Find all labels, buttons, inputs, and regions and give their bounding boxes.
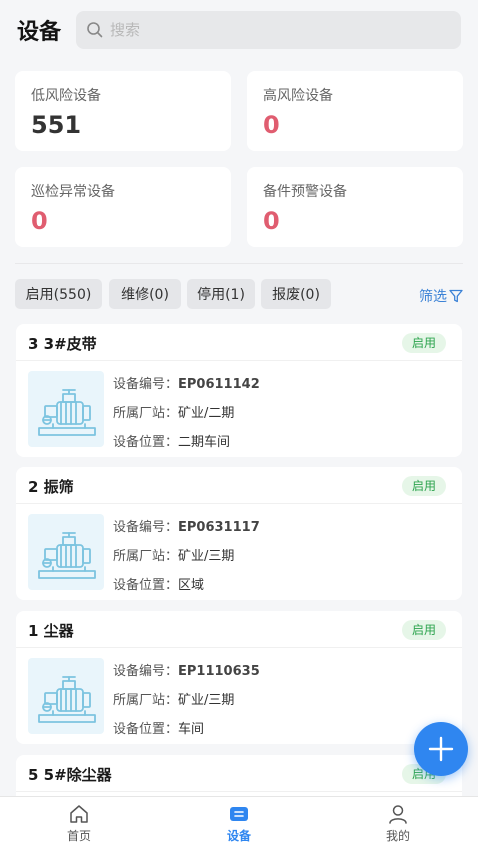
card-header: 5 5#除尘器 启用 — [16, 755, 462, 792]
status-badge: 启用 — [401, 333, 446, 353]
funnel-icon — [449, 289, 463, 303]
stat-value: 551 — [31, 111, 82, 139]
device-location-label: 设备位置： — [113, 435, 179, 450]
device-location: 区域 — [178, 578, 205, 593]
pump-machine-icon — [38, 676, 96, 723]
device-station-label: 所属厂站： — [113, 693, 179, 708]
device-location-row: 设备位置：二期车间 — [113, 431, 230, 450]
device-title: 3 3#皮带 — [28, 335, 97, 353]
tab-label: 设备 — [226, 829, 251, 843]
device-location: 车间 — [178, 722, 205, 737]
stat-card-low-risk[interactable]: 低风险设备 551 — [15, 71, 231, 151]
device-station: 矿业/二期 — [178, 406, 235, 421]
device-location-label: 设备位置： — [113, 578, 179, 593]
device-thumbnail — [28, 514, 104, 590]
search-input[interactable] — [110, 21, 430, 39]
stat-card-spare-warning[interactable]: 备件预警设备 0 — [247, 167, 463, 247]
device-card[interactable]: 1 尘器 启用 设备编号：EP1110635 所属厂站：矿业/三期 设备位置：车… — [16, 611, 462, 744]
device-thumbnail — [28, 658, 104, 734]
device-station-label: 所属厂站： — [113, 549, 179, 564]
chip-disabled[interactable]: 停用(1) — [187, 279, 255, 309]
add-device-button[interactable] — [414, 722, 468, 776]
device-station-row: 所属厂站：矿业/三期 — [113, 689, 234, 708]
device-card[interactable]: 2 振筛 启用 设备编号：EP0631117 所属厂站：矿业/三期 设备位置：区… — [16, 467, 462, 600]
tab-label: 首页 — [66, 829, 91, 843]
device-list[interactable]: 3 3#皮带 启用 设备编号：EP0611142 所属厂站：矿业/二期 设备位置… — [0, 322, 478, 796]
chip-repair[interactable]: 维修(0) — [109, 279, 181, 309]
filter-button[interactable]: 筛选 — [419, 286, 463, 306]
filter-label: 筛选 — [419, 289, 447, 305]
device-station-row: 所属厂站：矿业/三期 — [113, 545, 234, 564]
tab-mine[interactable]: 我的 — [358, 803, 438, 844]
card-header: 2 振筛 启用 — [16, 467, 462, 504]
tab-home[interactable]: 首页 — [39, 803, 119, 844]
card-header: 3 3#皮带 启用 — [16, 324, 462, 361]
stat-label: 高风险设备 — [263, 88, 333, 104]
device-location-row: 设备位置：车间 — [113, 718, 204, 737]
status-badge: 启用 — [401, 476, 446, 496]
header: 设备 — [0, 0, 478, 60]
device-location-row: 设备位置：区域 — [113, 574, 204, 593]
device-title: 2 振筛 — [28, 478, 74, 496]
device-station: 矿业/三期 — [178, 693, 235, 708]
device-code-row: 设备编号：EP0611142 — [113, 373, 260, 392]
stat-value: 0 — [31, 207, 48, 235]
stat-card-high-risk[interactable]: 高风险设备 0 — [247, 71, 463, 151]
device-code-row: 设备编号：EP1110635 — [113, 660, 260, 679]
chip-scrapped[interactable]: 报废(0) — [261, 279, 331, 309]
device-thumbnail — [28, 371, 104, 447]
chip-enabled[interactable]: 启用(550) — [15, 279, 102, 309]
tab-device[interactable]: 设备 — [199, 803, 279, 844]
home-icon — [70, 805, 88, 823]
device-title: 5 5#除尘器 — [28, 766, 112, 784]
device-code: EP0631117 — [178, 520, 260, 535]
device-card[interactable]: 3 3#皮带 启用 设备编号：EP0611142 所属厂站：矿业/二期 设备位置… — [16, 324, 462, 457]
divider — [15, 263, 463, 264]
device-code: EP1110635 — [178, 664, 260, 679]
device-code-label: 设备编号： — [113, 664, 179, 679]
device-station-label: 所属厂站： — [113, 406, 179, 421]
device-code-label: 设备编号： — [113, 520, 179, 535]
device-location: 二期车间 — [178, 435, 231, 450]
stat-label: 低风险设备 — [31, 88, 101, 104]
stat-card-inspection-abnormal[interactable]: 巡检异常设备 0 — [15, 167, 231, 247]
search-icon — [87, 22, 103, 38]
status-badge: 启用 — [401, 620, 446, 640]
stat-value: 0 — [263, 207, 280, 235]
plus-icon — [428, 736, 454, 762]
stat-label: 备件预警设备 — [263, 184, 347, 200]
device-code-row: 设备编号：EP0631117 — [113, 516, 260, 535]
device-code: EP0611142 — [178, 377, 260, 392]
page-title: 设备 — [17, 20, 62, 45]
pump-machine-icon — [38, 532, 96, 579]
stat-value: 0 — [263, 111, 280, 139]
device-station: 矿业/三期 — [178, 549, 235, 564]
tab-label: 我的 — [385, 829, 410, 843]
device-card[interactable]: 5 5#除尘器 启用 — [16, 755, 462, 796]
device-code-label: 设备编号： — [113, 377, 179, 392]
device-title: 1 尘器 — [28, 622, 74, 640]
device-location-label: 设备位置： — [113, 722, 179, 737]
card-header: 1 尘器 启用 — [16, 611, 462, 648]
bottom-tab-bar: 首页 设备 我的 — [0, 796, 478, 850]
stat-label: 巡检异常设备 — [31, 184, 115, 200]
pump-machine-icon — [38, 389, 96, 436]
device-icon — [230, 807, 248, 821]
search-box[interactable] — [76, 11, 461, 49]
user-icon — [389, 805, 407, 824]
device-station-row: 所属厂站：矿业/二期 — [113, 402, 234, 421]
